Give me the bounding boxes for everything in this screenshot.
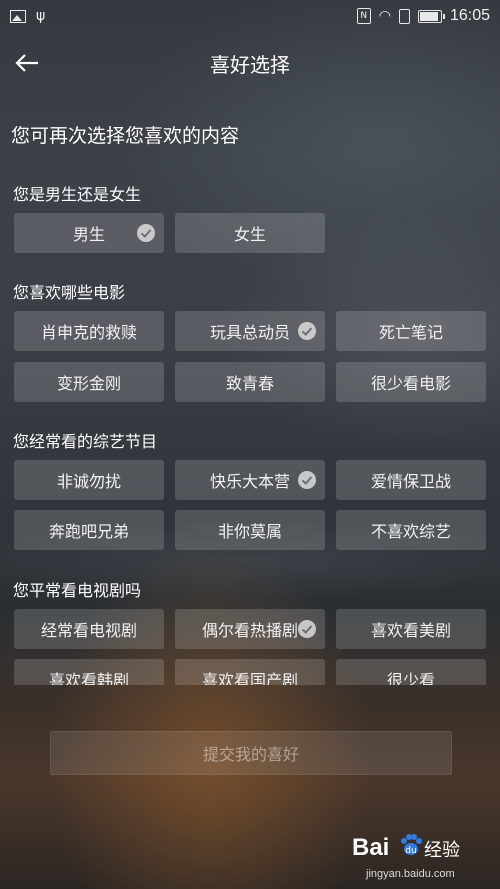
wifi-icon: ◠ xyxy=(378,8,391,24)
option-label: 奔跑吧兄弟 xyxy=(48,522,129,541)
sim-icon xyxy=(398,8,410,24)
option-label: 很少看电影 xyxy=(370,374,451,393)
option-label: 玩具总动员 xyxy=(209,323,290,342)
option-tv-6[interactable]: 很少看 xyxy=(336,659,486,685)
option-variety-5[interactable]: 非你莫属 xyxy=(175,510,325,550)
watermark-url: jingyan.baidu.com xyxy=(366,868,455,880)
option-movie-4[interactable]: 变形金刚 xyxy=(14,362,164,402)
option-tv-4[interactable]: 喜欢看韩剧 xyxy=(14,659,164,685)
intro-text: 您可再次选择您喜欢的内容 xyxy=(11,125,240,147)
check-icon xyxy=(298,322,316,340)
section-title-movies: 您喜欢哪些电影 xyxy=(13,283,126,302)
option-label: 很少看 xyxy=(386,671,435,685)
option-tv-2[interactable]: 偶尔看热播剧 xyxy=(175,609,325,649)
option-label: 男生 xyxy=(72,225,105,244)
page-title: 喜好选择 xyxy=(210,53,290,77)
option-label: 爱情保卫战 xyxy=(370,472,451,491)
check-icon xyxy=(298,620,316,638)
option-movie-1[interactable]: 肖申克的救赎 xyxy=(14,311,164,351)
option-label: 死亡笔记 xyxy=(378,323,443,342)
option-label: 女生 xyxy=(233,225,266,244)
battery-icon xyxy=(417,9,445,23)
option-label: 喜欢看韩剧 xyxy=(48,671,129,685)
option-label: 肖申克的救赎 xyxy=(40,323,137,342)
status-right: N ◠ 16:05 xyxy=(347,7,500,25)
option-label: 致青春 xyxy=(225,374,274,393)
status-left: ψ xyxy=(0,8,55,24)
option-variety-6[interactable]: 不喜欢综艺 xyxy=(336,510,486,550)
option-label: 变形金刚 xyxy=(56,374,121,393)
status-time: 16:05 xyxy=(449,7,490,24)
option-variety-3[interactable]: 爱情保卫战 xyxy=(336,460,486,500)
section-title-tv: 您平常看电视剧吗 xyxy=(13,581,142,600)
option-movie-2[interactable]: 玩具总动员 xyxy=(175,311,325,351)
section-title-gender: 您是男生还是女生 xyxy=(13,185,142,204)
option-label: 快乐大本营 xyxy=(209,472,290,491)
option-label: 喜欢看美剧 xyxy=(370,621,451,640)
header: 喜好选择 xyxy=(0,36,500,92)
status-bar: ψ N ◠ 16:05 xyxy=(0,0,500,32)
usb-icon: ψ xyxy=(36,8,46,24)
photo-icon xyxy=(10,9,26,23)
nfc-icon: N xyxy=(356,8,371,24)
scroll-clip: 喜欢看韩剧 喜欢看国产剧 很少看 xyxy=(0,655,500,685)
paw-icon: du xyxy=(401,834,422,856)
check-icon xyxy=(298,471,316,489)
section-title-variety: 您经常看的综艺节目 xyxy=(13,432,158,451)
option-label: 喜欢看国产剧 xyxy=(201,671,298,685)
option-movie-3[interactable]: 死亡笔记 xyxy=(336,311,486,351)
option-variety-1[interactable]: 非诚勿扰 xyxy=(14,460,164,500)
option-label: 不喜欢综艺 xyxy=(370,522,451,541)
watermark-brand: 经验 xyxy=(424,840,460,861)
submit-button[interactable]: 提交我的喜好 xyxy=(50,731,452,775)
option-tv-3[interactable]: 喜欢看美剧 xyxy=(336,609,486,649)
option-tv-5[interactable]: 喜欢看国产剧 xyxy=(175,659,325,685)
option-variety-2[interactable]: 快乐大本营 xyxy=(175,460,325,500)
baidu-watermark: Bai du 经验 jingyan.baidu.com xyxy=(352,834,472,882)
option-male[interactable]: 男生 xyxy=(14,213,164,253)
option-label: 非你莫属 xyxy=(217,522,282,541)
option-label: 偶尔看热播剧 xyxy=(201,621,298,640)
option-movie-5[interactable]: 致青春 xyxy=(175,362,325,402)
option-movie-6[interactable]: 很少看电影 xyxy=(336,362,486,402)
option-tv-1[interactable]: 经常看电视剧 xyxy=(14,609,164,649)
option-female[interactable]: 女生 xyxy=(175,213,325,253)
check-icon xyxy=(137,224,155,242)
option-label: 非诚勿扰 xyxy=(56,472,121,491)
option-variety-4[interactable]: 奔跑吧兄弟 xyxy=(14,510,164,550)
svg-text:du: du xyxy=(405,846,416,856)
submit-label: 提交我的喜好 xyxy=(202,745,299,764)
watermark-logo: Bai xyxy=(352,834,390,861)
option-label: 经常看电视剧 xyxy=(40,621,137,640)
